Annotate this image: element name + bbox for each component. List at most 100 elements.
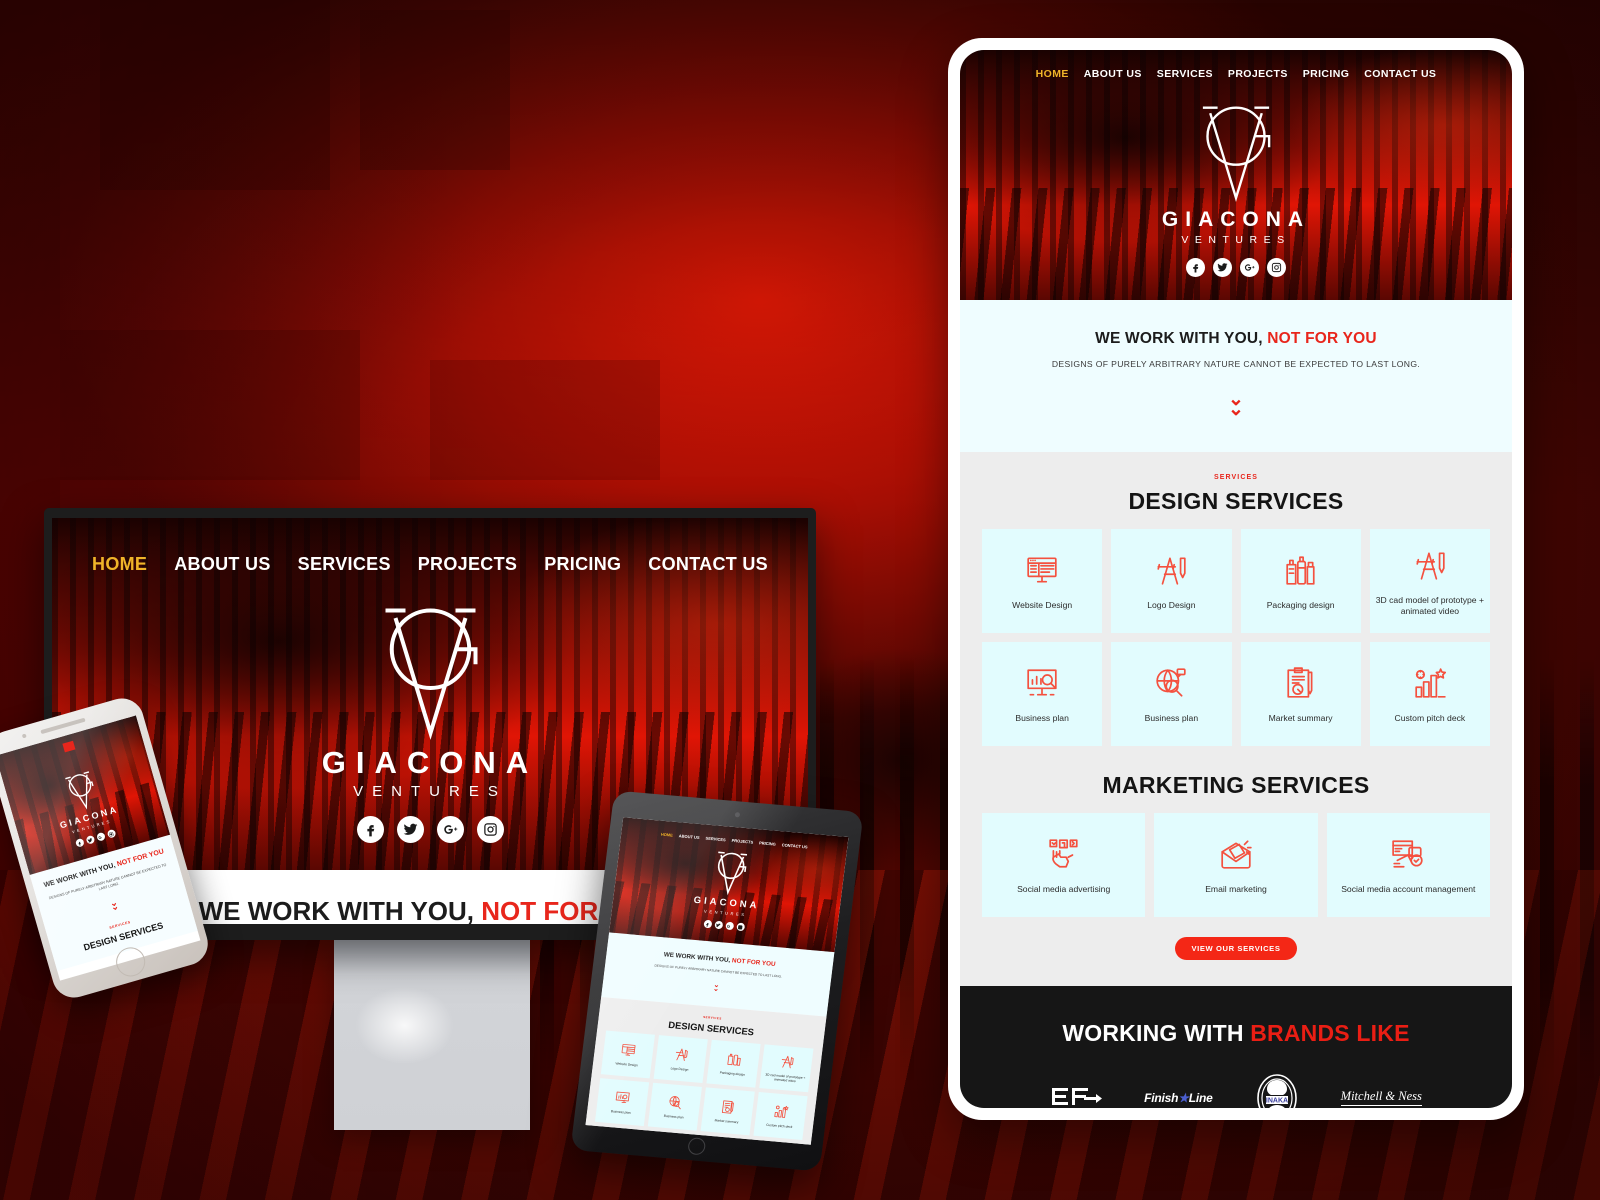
chart-magnifier-icon: [1025, 663, 1059, 703]
service-card[interactable]: Packaging design: [706, 1039, 761, 1088]
service-label: Custom pitch deck: [1394, 713, 1466, 724]
services-section: SERVICES DESIGN SERVICES Website Design …: [960, 451, 1512, 986]
service-card[interactable]: Business plan: [982, 641, 1103, 746]
service-card[interactable]: Business plan: [647, 1082, 702, 1131]
giacona-gv-monogram-icon: [1202, 106, 1271, 202]
facebook-icon[interactable]: [702, 919, 712, 929]
easel-pencil-icon: [1413, 545, 1447, 585]
tablet-screen: HOME ABOUT US SERVICES PROJECTS PRICING …: [585, 817, 849, 1145]
brands-heading-white: WORKING WITH: [1062, 1019, 1244, 1046]
service-card[interactable]: Market summary: [700, 1087, 755, 1136]
service-card[interactable]: Email marketing: [1154, 812, 1318, 917]
clipboard-pen-icon: [721, 1100, 734, 1114]
double-chevron-down-icon[interactable]: ⌄ ⌄: [980, 390, 1492, 420]
service-label: Custom pitch deck: [765, 1122, 793, 1130]
ef-logo: [1050, 1085, 1103, 1108]
desktop-social-links[interactable]: [52, 816, 808, 843]
service-label: Website Design: [615, 1061, 638, 1068]
finish-line-text-2: Line: [1188, 1090, 1213, 1105]
service-label: Business plan: [1015, 713, 1069, 724]
service-card[interactable]: Logo Design: [1111, 528, 1232, 633]
hero-section: HOME ABOUT US SERVICES PROJECTS PRICING …: [960, 50, 1512, 300]
main-website-mockup: HOME ABOUT US SERVICES PROJECTS PRICING …: [948, 38, 1524, 1120]
bar-chart-star-icon: [774, 1105, 789, 1118]
marketing-services-grid: Social media advertising Email marketing…: [982, 812, 1490, 917]
logo-wordmark: GIACONA: [321, 745, 539, 780]
nav-item-projects[interactable]: PROJECTS: [418, 554, 517, 575]
hero-social-links[interactable]: [960, 258, 1512, 277]
services-eyebrow: SERVICES: [1213, 473, 1259, 481]
service-label: Logo Design: [670, 1066, 689, 1072]
service-card[interactable]: Packaging design: [1240, 528, 1361, 633]
statement-heading: WE WORK WITH YOU, NOT FOR YOU: [980, 330, 1492, 348]
marketing-services-title: MARKETING SERVICES: [1102, 771, 1370, 798]
nav-item-contact-us[interactable]: CONTACT US: [648, 554, 768, 575]
nav-item-pricing[interactable]: PRICING: [544, 554, 621, 575]
bottles-package-icon: [1284, 550, 1318, 590]
service-card[interactable]: Logo Design: [653, 1035, 708, 1084]
service-card[interactable]: Custom pitch deck: [753, 1091, 808, 1140]
service-label: Social media advertising: [1017, 884, 1111, 895]
service-card[interactable]: Business plan: [1111, 641, 1232, 746]
nav-item-home[interactable]: HOME: [92, 554, 147, 575]
nav-item-pricing[interactable]: PRICING: [1303, 68, 1350, 80]
service-label: Packaging design: [1266, 600, 1335, 611]
instagram-icon[interactable]: [476, 816, 504, 843]
service-label: Website Design: [1012, 600, 1073, 611]
brands-heading: WORKING WITH BRANDS LIKE: [980, 1020, 1492, 1047]
nav-item-about-us[interactable]: ABOUT US: [1084, 68, 1142, 80]
inaka-wordmark: INAKA: [1266, 1097, 1288, 1104]
service-label: Logo Design: [1147, 600, 1196, 611]
monitor-stand: [334, 940, 530, 1130]
service-card[interactable]: Custom pitch deck: [1369, 641, 1490, 746]
main-nav[interactable]: HOME ABOUT US SERVICES PROJECTS PRICING …: [960, 50, 1512, 80]
facebook-icon[interactable]: [356, 816, 384, 843]
nav-item-contact-us[interactable]: CONTACT US: [781, 842, 807, 849]
nav-item-contact-us[interactable]: CONTACT US: [1364, 68, 1436, 80]
inaka-power-logo: INAKA: [1255, 1073, 1299, 1108]
service-card[interactable]: Website Design: [600, 1030, 655, 1079]
envelope-megaphone-icon: [1219, 834, 1253, 874]
google-plus-icon[interactable]: [724, 921, 734, 931]
statement-heading-red: NOT FOR YOU: [1267, 330, 1377, 347]
service-card[interactable]: Website Design: [982, 528, 1103, 633]
desktop-logo-block: GIACONA VENTURES: [52, 593, 808, 800]
twitter-icon[interactable]: [1213, 258, 1232, 277]
twitter-icon[interactable]: [396, 816, 424, 843]
main-screen: HOME ABOUT US SERVICES PROJECTS PRICING …: [960, 50, 1512, 1108]
service-card[interactable]: Business plan: [594, 1078, 650, 1127]
desktop-hero: HOME ABOUT US SERVICES PROJECTS PRICING …: [52, 518, 808, 870]
instagram-icon[interactable]: [735, 922, 745, 932]
view-our-services-button[interactable]: VIEW OUR SERVICES: [1174, 936, 1298, 960]
hand-social-icons: [1047, 834, 1081, 874]
clipboard-pen-icon: [1284, 663, 1318, 703]
service-label: Business plan: [1144, 713, 1199, 724]
google-plus-icon[interactable]: [1240, 258, 1259, 277]
google-plus-icon[interactable]: [436, 816, 464, 843]
bar-chart-star-icon: [1413, 663, 1447, 703]
nav-item-projects[interactable]: PROJECTS: [1228, 68, 1288, 80]
service-card[interactable]: Social media account management: [1326, 812, 1490, 917]
giacona-gv-monogram-icon: [717, 851, 748, 896]
tablet-home-button[interactable]: [687, 1137, 707, 1156]
service-card[interactable]: 3D cad model of prototype + animated vid…: [1369, 528, 1490, 633]
nav-item-services[interactable]: SERVICES: [298, 554, 391, 575]
facebook-icon[interactable]: [1186, 258, 1205, 277]
service-card[interactable]: Market summary: [1240, 641, 1361, 746]
logo-wordmark: GIACONA: [1161, 208, 1311, 231]
brands-logo-row: Finish★Line INAKA Mitchell & Ness: [980, 1073, 1492, 1108]
service-card[interactable]: Social media advertising: [982, 812, 1146, 917]
globe-magnifier-icon: [669, 1096, 681, 1110]
twitter-icon[interactable]: [713, 920, 723, 930]
nav-item-about-us[interactable]: ABOUT US: [174, 554, 270, 575]
finish-line-logo: Finish★Line: [1144, 1091, 1213, 1105]
finish-line-text-1: Finish: [1144, 1090, 1179, 1105]
nav-item-home[interactable]: HOME: [1036, 68, 1069, 80]
desktop-nav[interactable]: HOME ABOUT US SERVICES PROJECTS PRICING …: [52, 518, 808, 575]
instagram-icon[interactable]: [1267, 258, 1286, 277]
service-label: 3D cad model of prototype + animated vid…: [1375, 594, 1484, 616]
easel-pencil-icon: [1154, 550, 1188, 590]
monitor-layout-icon: [621, 1043, 636, 1056]
service-card[interactable]: 3D cad model of prototype + animated vid…: [759, 1044, 814, 1093]
nav-item-services[interactable]: SERVICES: [1157, 68, 1213, 80]
